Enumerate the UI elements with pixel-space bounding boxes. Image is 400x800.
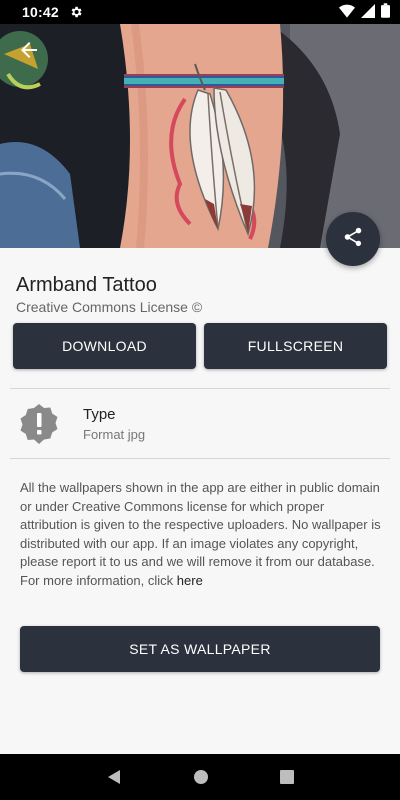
disclaimer-text: All the wallpapers shown in the app are …: [20, 479, 382, 591]
wifi-icon: [339, 4, 355, 21]
set-wallpaper-button[interactable]: SET AS WALLPAPER: [20, 626, 380, 672]
arrow-left-icon: [17, 38, 41, 67]
fullscreen-button[interactable]: FULLSCREEN: [204, 323, 387, 369]
status-time: 10:42: [22, 4, 59, 20]
more-info-link[interactable]: here: [177, 573, 203, 588]
back-button[interactable]: [0, 24, 58, 80]
info-type-value: Format jpg: [83, 427, 146, 442]
share-button[interactable]: [326, 212, 380, 266]
alert-badge-icon: [17, 402, 61, 446]
signal-icon: [361, 3, 375, 21]
status-bar: 10:42: [0, 0, 400, 24]
share-icon: [342, 226, 364, 253]
gear-icon: [69, 5, 83, 19]
status-icons: [339, 3, 390, 21]
recents-square-icon[interactable]: [280, 770, 295, 784]
disclaimer-body: All the wallpapers shown in the app are …: [20, 480, 381, 588]
home-circle-icon[interactable]: [193, 769, 209, 785]
system-nav-bar: [0, 754, 400, 800]
battery-icon: [381, 3, 390, 21]
divider: [10, 388, 390, 389]
wallpaper-title: Armband Tattoo: [16, 274, 157, 296]
license-text: Creative Commons License ©: [16, 299, 203, 315]
detail-panel: Armband Tattoo Creative Commons License …: [0, 248, 400, 754]
download-button[interactable]: DOWNLOAD: [13, 323, 196, 369]
back-triangle-icon[interactable]: [106, 769, 122, 785]
divider: [10, 458, 390, 459]
info-type-label: Type: [83, 406, 116, 423]
